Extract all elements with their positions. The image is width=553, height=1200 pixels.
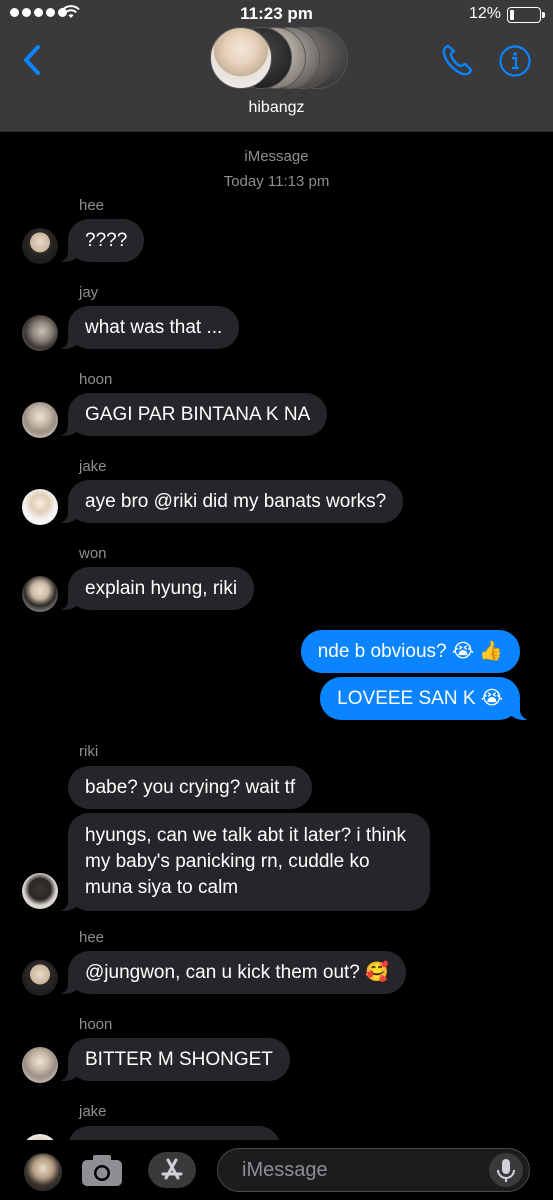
compose-bar: iMessage [0, 1140, 553, 1200]
battery-percent: 12% [468, 5, 501, 22]
phone-icon[interactable] [440, 42, 474, 78]
microphone-button[interactable] [489, 1153, 523, 1187]
info-icon[interactable] [498, 44, 532, 78]
app-store-button[interactable] [148, 1152, 196, 1188]
message-bubble[interactable]: babe? you crying? wait tf [68, 766, 313, 809]
message-bubble[interactable]: BITTER M SHONGET [58, 1038, 290, 1081]
avatar[interactable] [22, 402, 58, 438]
message-bubble[interactable]: @jungwon, can u kick them out? 🥰 [58, 951, 406, 994]
service-label: iMessage [244, 148, 309, 165]
message-bubble[interactable]: GAGI PAR BINTANA K NA [57, 393, 328, 436]
avatar[interactable] [22, 960, 58, 996]
chat-screen: 11:23 pm 12% hibangz iMessage Today 11:1… [0, 0, 553, 1200]
sender-name: jay [79, 284, 99, 301]
message-bubble-outgoing[interactable]: nde b obvious? 😭 👍 [300, 630, 520, 673]
avatar[interactable] [22, 873, 58, 909]
avatar[interactable] [22, 489, 58, 525]
message-bubble[interactable]: what was that ... [57, 306, 240, 349]
input-placeholder: iMessage [242, 1159, 328, 1181]
sender-name: won [79, 545, 107, 562]
battery-icon [507, 7, 545, 23]
message-bubble[interactable]: aye bro @riki did my banats works? [57, 480, 404, 523]
avatar[interactable] [22, 576, 58, 612]
avatar[interactable] [22, 1047, 58, 1083]
conversation-timestamp: Today 11:13 pm [223, 173, 330, 190]
message-bubble[interactable]: explain hyung, riki [57, 567, 255, 610]
app-store-icon [161, 1158, 183, 1180]
sender-name: hoon [79, 1016, 113, 1033]
chat-header: 11:23 pm 12% hibangz [0, 0, 553, 132]
group-avatar-stack[interactable] [210, 27, 348, 89]
message-input[interactable]: iMessage [217, 1148, 530, 1192]
avatar [210, 27, 272, 89]
sender-name: jake [79, 458, 107, 475]
avatar[interactable] [24, 1153, 62, 1191]
status-bar: 11:23 pm 12% [0, 0, 553, 28]
sender-name: hoon [79, 371, 113, 388]
message-bubble-outgoing[interactable]: LOVEEE SAN K 😭 [320, 677, 530, 720]
camera-icon[interactable] [80, 1152, 124, 1188]
message-bubble[interactable]: ???? [57, 219, 145, 262]
group-name[interactable]: hibangz [0, 99, 553, 117]
microphone-icon [497, 1159, 515, 1182]
sender-name: hee [79, 197, 105, 214]
back-button[interactable] [18, 42, 48, 78]
message-bubble[interactable]: hyungs, can we talk abt it later? i thin… [58, 813, 430, 911]
avatar[interactable] [22, 315, 58, 351]
avatar[interactable] [22, 228, 58, 264]
sender-name: jake [79, 1103, 107, 1120]
sender-name: hee [79, 929, 105, 946]
sender-name: riki [79, 743, 99, 760]
